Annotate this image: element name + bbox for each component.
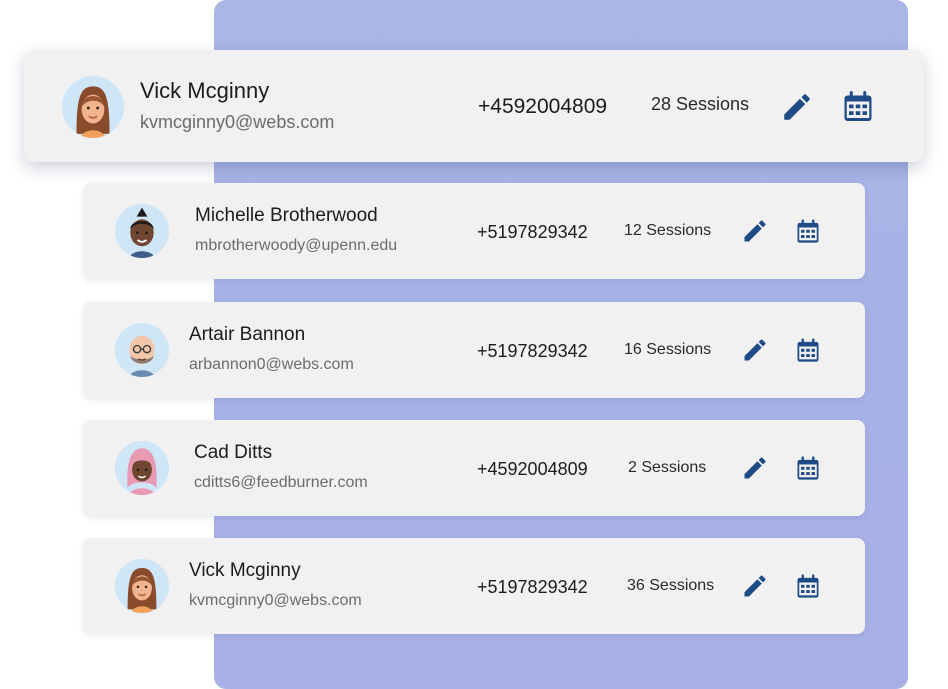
- client-email[interactable]: kvmcginny0@webs.com: [140, 112, 334, 133]
- avatar: [115, 323, 169, 377]
- session-count: 36 Sessions: [627, 577, 715, 594]
- edit-button[interactable]: [741, 454, 769, 482]
- pencil-icon: [744, 339, 766, 361]
- session-count: 2 Sessions: [628, 459, 707, 476]
- client-email[interactable]: cditts6@feedburner.com: [194, 474, 368, 492]
- schedule-button[interactable]: [794, 571, 822, 601]
- client-card[interactable]: Cad Ditts cditts6@feedburner.com +459200…: [83, 420, 865, 516]
- client-email[interactable]: mbrotherwoody@upenn.edu: [195, 237, 397, 255]
- client-phone: +5197829342: [477, 577, 588, 597]
- schedule-button[interactable]: [794, 335, 822, 365]
- client-name: Cad Ditts: [194, 442, 273, 463]
- man-avatar-icon: [115, 204, 169, 258]
- pencil-icon: [744, 575, 766, 597]
- featured-client-card[interactable]: Vick Mcginny kvmcginny0@webs.com +459200…: [24, 50, 924, 162]
- client-email[interactable]: kvmcginny0@webs.com: [189, 592, 362, 610]
- avatar: [115, 204, 169, 258]
- avatar: [115, 441, 169, 495]
- schedule-button[interactable]: [840, 88, 876, 124]
- edit-button[interactable]: [741, 572, 769, 600]
- client-name: Michelle Brotherwood: [195, 205, 378, 226]
- session-count: 16 Sessions: [624, 341, 712, 358]
- woman-avatar-icon: [62, 76, 124, 138]
- session-count: 28 Sessions: [651, 94, 750, 114]
- client-phone: +5197829342: [477, 341, 588, 361]
- schedule-button[interactable]: [794, 453, 822, 483]
- pencil-icon: [744, 220, 766, 242]
- client-name: Vick Mcginny: [189, 560, 301, 581]
- avatar: [62, 76, 124, 138]
- client-name: Artair Bannon: [189, 324, 306, 345]
- calendar-icon: [797, 219, 819, 243]
- client-name: Vick Mcginny: [140, 78, 270, 103]
- calendar-icon: [797, 338, 819, 362]
- calendar-icon: [797, 574, 819, 598]
- man-avatar-icon: [115, 323, 169, 377]
- client-phone: +4592004809: [477, 459, 588, 479]
- session-count: 12 Sessions: [624, 222, 712, 239]
- client-card[interactable]: Vick Mcginny kvmcginny0@webs.com +519782…: [83, 538, 865, 634]
- avatar: [115, 559, 169, 613]
- pencil-icon: [784, 94, 810, 120]
- schedule-button[interactable]: [794, 216, 822, 246]
- woman-avatar-icon: [115, 441, 169, 495]
- client-phone: +5197829342: [477, 222, 588, 242]
- edit-button[interactable]: [741, 217, 769, 245]
- calendar-icon: [844, 91, 872, 121]
- edit-button[interactable]: [780, 90, 814, 124]
- client-card[interactable]: Artair Bannon arbannon0@webs.com +519782…: [83, 302, 865, 398]
- woman-avatar-icon: [115, 559, 169, 613]
- calendar-icon: [797, 456, 819, 480]
- client-card[interactable]: Michelle Brotherwood mbrotherwoody@upenn…: [83, 183, 865, 279]
- pencil-icon: [744, 457, 766, 479]
- client-phone: +4592004809: [478, 95, 608, 118]
- client-email[interactable]: arbannon0@webs.com: [189, 356, 354, 374]
- edit-button[interactable]: [741, 336, 769, 364]
